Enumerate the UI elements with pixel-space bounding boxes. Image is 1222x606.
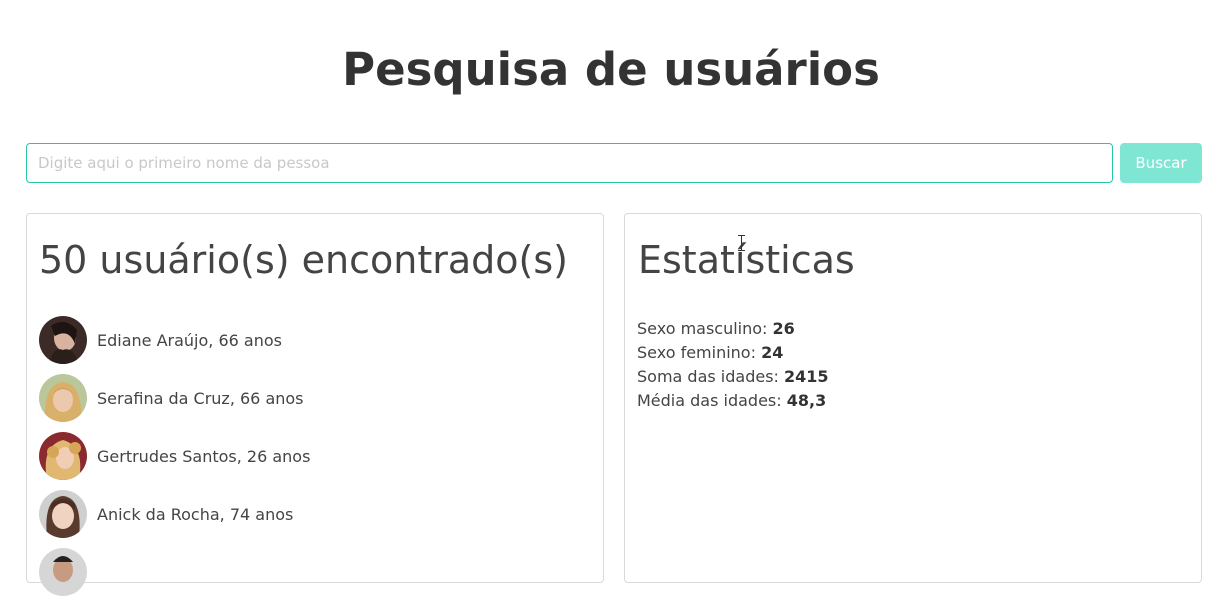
list-item[interactable]: Ediane Araújo, 66 anos — [39, 316, 310, 364]
stat-male: Sexo masculino: 26 — [637, 319, 795, 338]
list-item[interactable]: Gertrudes Santos, 26 anos — [39, 432, 310, 480]
avatar — [39, 316, 87, 364]
stat-value: 24 — [761, 343, 784, 362]
search-input[interactable] — [26, 143, 1113, 183]
stat-female: Sexo feminino: 24 — [637, 343, 784, 362]
users-panel: 50 usuário(s) encontrado(s) Ediane Araúj… — [26, 213, 604, 596]
stat-age-sum: Soma das idades: 2415 — [637, 367, 829, 386]
list-item[interactable]: Serafina da Cruz, 66 anos — [39, 374, 310, 422]
user-name-age: Serafina da Cruz, 66 anos — [97, 388, 304, 408]
stats-panel: Estatísticas Sexo masculino: 26 Sexo fem… — [624, 213, 1202, 583]
user-name-age: Anick da Rocha, 74 anos — [97, 504, 294, 524]
avatar — [39, 548, 87, 596]
text-cursor-icon — [738, 235, 745, 251]
stat-value: 26 — [772, 319, 795, 338]
stats-heading: Estatísticas — [638, 238, 855, 282]
stats-list: Sexo masculino: 26 Sexo feminino: 24 Som… — [637, 317, 829, 413]
page-title: Pesquisa de usuários — [342, 43, 880, 96]
list-item[interactable] — [39, 548, 310, 596]
stat-value: 2415 — [784, 367, 829, 386]
avatar — [39, 374, 87, 422]
avatar — [39, 490, 87, 538]
stat-age-average: Média das idades: 48,3 — [637, 391, 827, 410]
search-button[interactable]: Buscar — [1120, 143, 1202, 183]
users-count-heading: 50 usuário(s) encontrado(s) — [39, 238, 568, 282]
stat-value: 48,3 — [786, 391, 827, 410]
user-name-age: Ediane Araújo, 66 anos — [97, 330, 282, 350]
user-name-age: Gertrudes Santos, 26 anos — [97, 446, 311, 466]
avatar — [39, 432, 87, 480]
list-item[interactable]: Anick da Rocha, 74 anos — [39, 490, 310, 538]
